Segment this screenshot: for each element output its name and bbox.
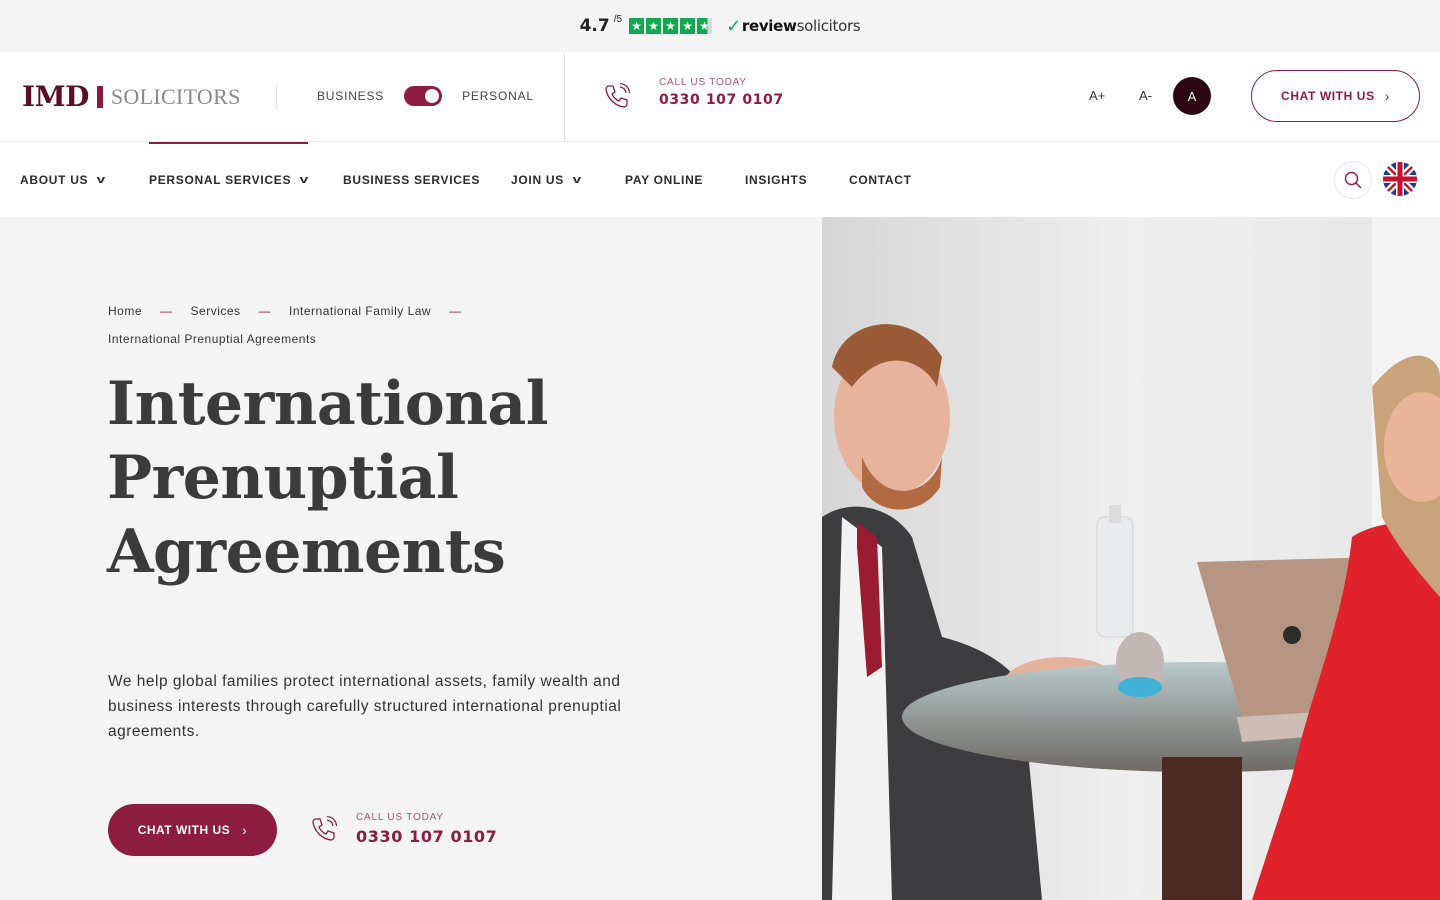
hero-description: We help global families protect internat… <box>108 673 622 740</box>
nav-label: INSIGHTS <box>745 172 808 187</box>
nav-item-about-us[interactable]: ABOUT US v <box>20 142 107 217</box>
chat-button-label: CHAT WITH US <box>137 823 231 837</box>
chevron-down-icon: v <box>299 173 310 186</box>
review-rating: 4.7 <box>579 16 610 36</box>
header-chat-button[interactable]: CHAT WITH US › <box>1251 70 1420 122</box>
page-title: International Prenuptial Agreements <box>107 367 707 589</box>
phone-icon <box>312 815 338 841</box>
phone-icon <box>605 82 631 108</box>
nav-item-pay-online[interactable]: PAY ONLINE <box>625 142 703 217</box>
toggle-label-business[interactable]: BUSINESS <box>317 89 384 103</box>
review-bar: 4.7 /5 ★ ★ ★ ★ ★ ✓ review solicitors <box>0 0 1440 52</box>
font-increase-button[interactable]: A+ <box>1089 88 1105 103</box>
nav-label: PERSONAL SERVICES <box>149 172 292 187</box>
divider <box>564 52 565 141</box>
nav-item-join-us[interactable]: JOIN US v <box>511 142 581 217</box>
chevron-down-icon: v <box>96 173 107 186</box>
reviewsolicitors-logo: ✓ review solicitors <box>726 15 861 37</box>
logo-divider <box>96 85 103 108</box>
nav-item-personal-services[interactable]: PERSONAL SERVICES v <box>149 142 308 217</box>
nav-item-business-services[interactable]: BUSINESS SERVICES <box>343 142 480 217</box>
logo-imd: IMD <box>22 80 89 113</box>
title-line: Prenuptial <box>107 443 459 513</box>
uk-flag-icon[interactable] <box>1383 162 1417 196</box>
main-nav: ABOUT US v PERSONAL SERVICES v BUSINESS … <box>0 142 1440 217</box>
review-stars: ★ ★ ★ ★ ★ <box>629 18 713 34</box>
site-header: IMD SOLICITORS BUSINESS PERSONAL CALL US… <box>0 52 1440 142</box>
breadcrumb: Home — Services — International Family Law — … <box>108 297 528 353</box>
review-widget[interactable]: 4.7 /5 ★ ★ ★ ★ ★ ✓ review solicitors <box>580 14 861 39</box>
checkmark-icon: ✓ <box>726 15 741 37</box>
breadcrumb-international-family-law[interactable]: International Family Law <box>289 304 431 318</box>
star-icon: ★ <box>697 18 713 34</box>
breadcrumb-current: International Prenuptial Agreements <box>108 332 317 346</box>
chat-button-label: CHAT WITH US <box>1281 89 1375 103</box>
nav-label: CONTACT <box>849 172 912 187</box>
business-personal-switch[interactable] <box>404 86 443 106</box>
logo-text-review: review <box>741 17 797 35</box>
chevron-down-icon: v <box>572 173 583 186</box>
hero-section: Home — Services — International Family Law — … <box>0 217 822 900</box>
breadcrumb-services[interactable]: Services <box>191 304 241 318</box>
breadcrumb-separator: — <box>449 304 462 318</box>
star-icon: ★ <box>646 18 662 34</box>
star-icon: ★ <box>629 18 645 34</box>
breadcrumb-separator: — <box>258 304 272 318</box>
star-icon: ★ <box>663 18 679 34</box>
title-line: International <box>107 369 549 439</box>
divider <box>276 84 277 110</box>
call-number[interactable]: 0330 107 0107 <box>659 92 784 108</box>
nav-label: ABOUT US <box>20 172 89 187</box>
header-call-block[interactable]: CALL US TODAY 0330 107 0107 <box>659 77 784 108</box>
audience-toggle: BUSINESS PERSONAL <box>317 82 534 110</box>
breadcrumb-home[interactable]: Home <box>108 304 142 318</box>
toggle-knob <box>425 89 440 103</box>
star-icon: ★ <box>680 18 696 34</box>
hero-chat-button[interactable]: CHAT WITH US › <box>108 804 277 856</box>
search-icon <box>1344 171 1362 189</box>
site-logo[interactable]: IMD SOLICITORS <box>22 80 241 113</box>
chevron-right-icon: › <box>242 822 248 838</box>
breadcrumb-separator: — <box>160 304 173 318</box>
review-rating-scale: /5 <box>613 13 623 25</box>
call-label: CALL US TODAY <box>356 812 444 823</box>
logo-text-solicitors: solicitors <box>796 17 861 35</box>
call-number[interactable]: 0330 107 0107 <box>356 827 497 846</box>
font-decrease-button[interactable]: A- <box>1139 88 1152 103</box>
search-button[interactable] <box>1334 161 1372 199</box>
hero-call-block[interactable]: CALL US TODAY 0330 107 0107 <box>356 812 497 846</box>
call-label: CALL US TODAY <box>659 77 747 88</box>
contrast-button[interactable]: A <box>1173 77 1211 115</box>
nav-label: BUSINESS SERVICES <box>343 172 481 187</box>
toggle-label-personal[interactable]: PERSONAL <box>462 89 534 103</box>
title-line: Agreements <box>107 517 506 587</box>
logo-solicitors: SOLICITORS <box>110 83 241 109</box>
nav-item-contact[interactable]: CONTACT <box>849 142 912 217</box>
nav-item-insights[interactable]: INSIGHTS <box>745 142 807 217</box>
chevron-right-icon: › <box>1384 88 1390 104</box>
nav-label: PAY ONLINE <box>625 172 704 187</box>
hero-photo <box>822 217 1440 900</box>
nav-label: JOIN US <box>511 172 564 187</box>
